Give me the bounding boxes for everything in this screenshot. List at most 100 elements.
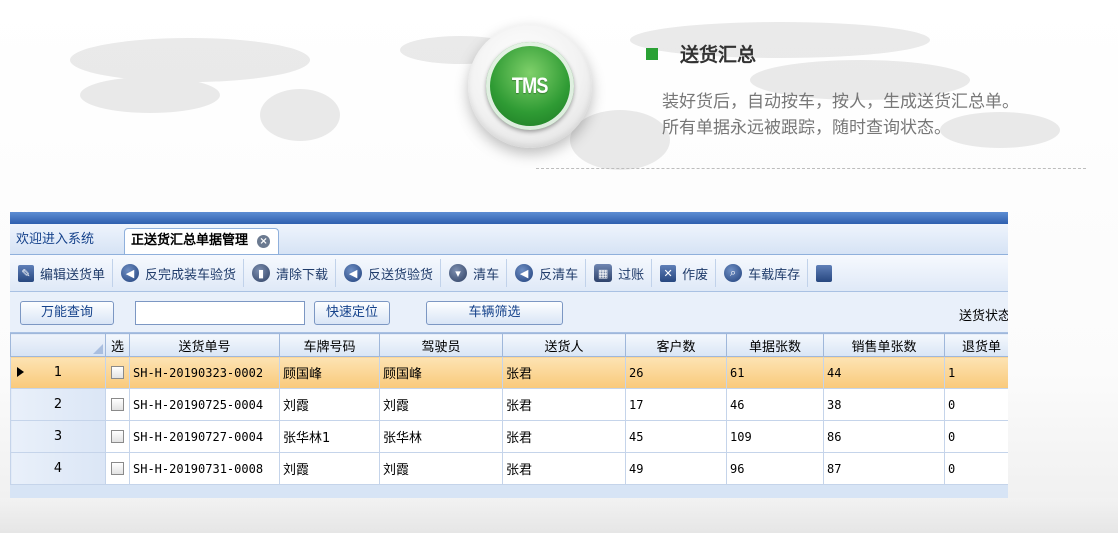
more-toolbar-button[interactable] xyxy=(808,259,845,287)
tab-delivery-summary[interactable]: 正送货汇总单据管理 × xyxy=(124,228,280,254)
square-bullet-icon xyxy=(646,48,658,60)
tab-welcome[interactable]: 欢迎进入系统 xyxy=(10,228,100,254)
col-header-doc-count[interactable]: 单据张数 xyxy=(726,333,824,357)
cell-doc-count: 109 xyxy=(726,420,824,453)
cell-returns: 1 xyxy=(944,356,1008,389)
post-account-label: 过账 xyxy=(618,267,645,283)
row-number[interactable]: 3 xyxy=(10,420,106,453)
current-row-icon xyxy=(17,367,24,377)
cell-order-no: SH-H-20190323-0002 xyxy=(129,356,280,389)
row-number[interactable]: 2 xyxy=(10,388,106,421)
clear-download-label: 清除下载 xyxy=(276,267,329,283)
feature-desc-line-2: 所有单据永远被跟踪，随时查询状态。 xyxy=(662,118,951,138)
vehicle-filter-button[interactable]: 车辆筛选 xyxy=(426,301,563,325)
cell-doc-count: 96 xyxy=(726,452,824,485)
cell-sales-doc-count: 38 xyxy=(823,388,945,421)
cell-driver: 张华林 xyxy=(379,420,503,453)
cell-plate: 张华林1 xyxy=(279,420,380,453)
edit-delivery-order-button[interactable]: ✎ 编辑送货单 xyxy=(10,259,114,287)
calculator-icon: ▦ xyxy=(594,264,613,282)
cell-deliverer: 张君 xyxy=(502,388,626,421)
cell-customers: 45 xyxy=(625,420,727,453)
cell-sales-doc-count: 87 xyxy=(823,452,945,485)
row-checkbox[interactable] xyxy=(105,388,130,421)
feature-description: 装好货后，自动按车，按人，生成送货汇总单。 所有单据永远被跟踪，随时查询状态。 xyxy=(662,89,1019,141)
doc-icon xyxy=(816,264,833,282)
row-checkbox[interactable] xyxy=(105,420,130,453)
search-input[interactable] xyxy=(135,301,305,325)
col-header-returns[interactable]: 退货单 xyxy=(944,333,1008,357)
trash-icon: ▮ xyxy=(252,264,271,282)
divider xyxy=(536,168,1086,169)
col-header-select[interactable]: 选 xyxy=(105,333,130,357)
cell-customers: 49 xyxy=(625,452,727,485)
cell-driver: 刘霞 xyxy=(379,452,503,485)
table-corner[interactable] xyxy=(10,333,106,357)
cell-order-no: SH-H-20190725-0004 xyxy=(129,388,280,421)
arrow-left-icon: ◀ xyxy=(515,264,534,282)
universal-query-button[interactable]: 万能查询 xyxy=(20,301,114,325)
cell-order-no: SH-H-20190731-0008 xyxy=(129,452,280,485)
cell-plate: 刘霞 xyxy=(279,452,380,485)
arrow-left-icon: ◀ xyxy=(344,264,363,282)
undo-loading-check-button[interactable]: ◀ 反完成装车验货 xyxy=(113,259,245,287)
edit-doc-icon: ✎ xyxy=(18,264,34,282)
col-header-customers[interactable]: 客户数 xyxy=(625,333,727,357)
clear-vehicle-button[interactable]: ▾ 清车 xyxy=(441,259,508,287)
cell-sales-doc-count: 86 xyxy=(823,420,945,453)
tab-delivery-summary-label: 正送货汇总单据管理 xyxy=(131,233,249,248)
undo-loading-check-label: 反完成装车验货 xyxy=(145,267,237,283)
window-title-strip xyxy=(10,212,1008,224)
filter-bar: 万能查询 快速定位 车辆筛选 送货状态 xyxy=(10,292,1008,333)
tms-logo: TMS xyxy=(468,24,592,148)
app-window: 欢迎进入系统 正送货汇总单据管理 × ✎ 编辑送货单 ◀ 反完成装车验货 ▮ 清… xyxy=(10,212,1008,498)
col-header-sales-doc-count[interactable]: 销售单张数 xyxy=(823,333,945,357)
cell-deliverer: 张君 xyxy=(502,452,626,485)
cell-customers: 26 xyxy=(625,356,727,389)
table-row[interactable]: 1 SH-H-20190323-0002 顾国峰 顾国峰 张君 26 61 44… xyxy=(10,356,1008,389)
cell-sales-doc-count: 44 xyxy=(823,356,945,389)
cart-icon: ▾ xyxy=(449,264,468,282)
cell-plate: 刘霞 xyxy=(279,388,380,421)
tab-bar: 欢迎进入系统 正送货汇总单据管理 × xyxy=(10,224,1008,255)
delivery-status-label: 送货状态 xyxy=(959,309,1008,324)
void-button[interactable]: ✕ 作废 xyxy=(652,259,717,287)
post-account-button[interactable]: ▦ 过账 xyxy=(586,259,653,287)
arrow-left-icon: ◀ xyxy=(121,264,140,282)
row-number[interactable]: 4 xyxy=(10,452,106,485)
feature-title: 送货汇总 xyxy=(680,44,757,66)
row-checkbox[interactable] xyxy=(105,452,130,485)
cell-driver: 刘霞 xyxy=(379,388,503,421)
vehicle-stock-button[interactable]: ⌕ 车载库存 xyxy=(716,259,809,287)
clear-vehicle-label: 清车 xyxy=(473,267,500,283)
cell-returns: 0 xyxy=(944,420,1008,453)
edit-delivery-order-label: 编辑送货单 xyxy=(40,267,106,283)
col-header-deliverer[interactable]: 送货人 xyxy=(502,333,626,357)
clear-download-button[interactable]: ▮ 清除下载 xyxy=(244,259,337,287)
cell-deliverer: 张君 xyxy=(502,356,626,389)
close-icon[interactable]: × xyxy=(257,235,271,248)
table-row[interactable]: 3 SH-H-20190727-0004 张华林1 张华林 张君 45 109 … xyxy=(10,420,1008,453)
tms-logo-text: TMS xyxy=(512,73,548,98)
cell-customers: 17 xyxy=(625,388,727,421)
cell-plate: 顾国峰 xyxy=(279,356,380,389)
toolbar: ✎ 编辑送货单 ◀ 反完成装车验货 ▮ 清除下载 ◀ 反送货验货 ▾ 清车 ◀ … xyxy=(10,255,1008,292)
quick-locate-button[interactable]: 快速定位 xyxy=(314,301,390,325)
feature-desc-line-1: 装好货后，自动按车，按人，生成送货汇总单。 xyxy=(662,92,1019,112)
table-row[interactable]: 4 SH-H-20190731-0008 刘霞 刘霞 张君 49 96 87 0 xyxy=(10,452,1008,485)
undo-clear-vehicle-button[interactable]: ◀ 反清车 xyxy=(507,259,587,287)
table-row[interactable]: 2 SH-H-20190725-0004 刘霞 刘霞 张君 17 46 38 0 xyxy=(10,388,1008,421)
row-number[interactable]: 1 xyxy=(10,356,106,389)
row-checkbox[interactable] xyxy=(105,356,130,389)
cell-doc-count: 61 xyxy=(726,356,824,389)
col-header-order-no[interactable]: 送货单号 xyxy=(129,333,280,357)
undo-delivery-check-button[interactable]: ◀ 反送货验货 xyxy=(336,259,442,287)
col-header-driver[interactable]: 驾驶员 xyxy=(379,333,503,357)
void-doc-icon: ✕ xyxy=(660,264,677,282)
table-header-row: 选 送货单号 车牌号码 驾驶员 送货人 客户数 单据张数 销售单张数 退货单 xyxy=(10,333,1008,357)
footer-band xyxy=(0,498,1118,533)
cell-doc-count: 46 xyxy=(726,388,824,421)
cell-driver: 顾国峰 xyxy=(379,356,503,389)
col-header-plate[interactable]: 车牌号码 xyxy=(279,333,380,357)
tms-logo-core: TMS xyxy=(486,42,574,130)
